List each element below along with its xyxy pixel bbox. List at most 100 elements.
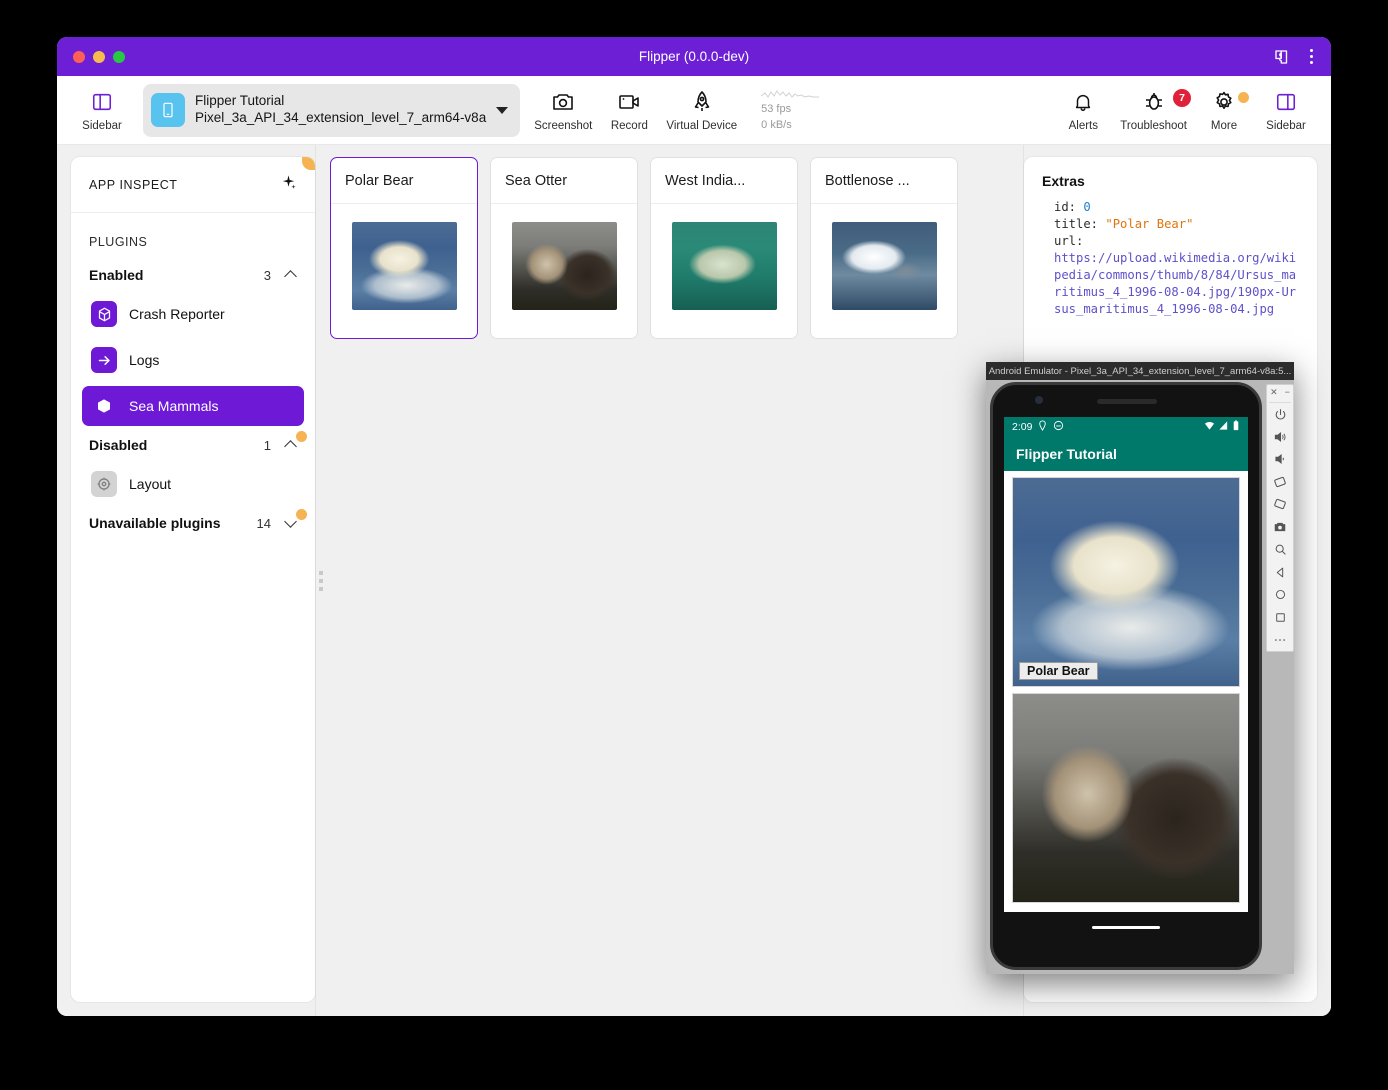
- plugin-group-enabled[interactable]: Enabled 3: [71, 259, 315, 291]
- screenshot-label: Screenshot: [534, 119, 593, 132]
- traffic-lights: [73, 50, 125, 63]
- cube-icon: [91, 301, 117, 327]
- toggle-left-sidebar-button[interactable]: Sidebar: [71, 87, 133, 134]
- status-time: 2:09: [1012, 421, 1033, 433]
- volume-up-icon[interactable]: [1267, 426, 1293, 449]
- chevron-up-icon[interactable]: [285, 439, 297, 451]
- fps-value: 53 fps: [761, 102, 792, 115]
- back-icon[interactable]: [1267, 561, 1293, 584]
- chevron-down-icon[interactable]: [496, 106, 509, 114]
- troubleshoot-badge: 7: [1173, 88, 1191, 107]
- window-titlebar: Flipper (0.0.0-dev): [57, 37, 1331, 76]
- screenshot-button[interactable]: Screenshot: [528, 87, 598, 134]
- app-inspect-title: APP INSPECT: [89, 177, 178, 192]
- zoom-icon[interactable]: [1267, 538, 1293, 561]
- phone-list-item[interactable]: Polar Bear: [1012, 477, 1240, 687]
- phone-mammal-list: Polar Bear: [1004, 471, 1248, 903]
- device-serial: Pixel_3a_API_34_extension_level_7_arm64-…: [195, 110, 487, 125]
- phone-item-caption: Polar Bear: [1019, 662, 1098, 680]
- volume-down-icon[interactable]: [1267, 448, 1293, 471]
- minimize-icon[interactable]: −: [1285, 387, 1290, 398]
- phone-list-item[interactable]: [1012, 693, 1240, 903]
- extras-content: id: 0 title: "Polar Bear" url: https://u…: [1042, 199, 1301, 318]
- more-label: More: [1210, 119, 1238, 132]
- bug-icon: [1142, 89, 1166, 115]
- extras-title-row: title: "Polar Bear": [1054, 216, 1301, 233]
- close-icon[interactable]: ✕: [1270, 387, 1278, 398]
- signal-icon: [1218, 420, 1229, 434]
- phone-icon: [151, 93, 185, 127]
- group-label: Unavailable plugins: [89, 515, 221, 531]
- rotate-right-icon[interactable]: [1267, 493, 1293, 516]
- plugin-group-disabled[interactable]: Disabled 1: [71, 429, 315, 461]
- mammal-card-body: [651, 204, 797, 338]
- virtual-device-button[interactable]: Virtual Device: [660, 87, 743, 134]
- extras-title: Extras: [1042, 173, 1085, 189]
- titlebar-actions: [1272, 47, 1313, 67]
- extras-title-key: title:: [1054, 217, 1099, 231]
- alerts-button[interactable]: Alerts: [1052, 87, 1114, 134]
- sidebar-card: APP INSPECT PLUGINS Enabled 3 Crash Repo…: [71, 157, 315, 1002]
- sidebar-item-crash-reporter[interactable]: Crash Reporter: [82, 294, 304, 334]
- phone-screen[interactable]: 2:09 Flipper Tutorial Polar Bear: [1004, 417, 1248, 912]
- power-icon[interactable]: [1267, 403, 1293, 426]
- gesture-navigation-bar[interactable]: [1092, 926, 1160, 929]
- mammal-card[interactable]: Bottlenose ...: [810, 157, 958, 339]
- mammal-card-body: [491, 204, 637, 338]
- troubleshoot-button[interactable]: 7 Troubleshoot: [1114, 87, 1193, 134]
- sparkle-icon[interactable]: [280, 174, 297, 196]
- sidebar-left-label: Sidebar: [82, 119, 122, 132]
- main-content: Polar Bear Sea Otter West India... Bottl…: [315, 145, 1023, 1016]
- group-count: 14: [256, 515, 271, 531]
- arrow-right-icon: [91, 347, 117, 373]
- extras-url-value[interactable]: https://upload.wikimedia.org/wikipedia/c…: [1054, 250, 1301, 318]
- camera-icon: [551, 89, 575, 115]
- perf-readout: 53 fps 0 kB/s: [760, 87, 821, 134]
- rotate-left-icon[interactable]: [1267, 471, 1293, 494]
- screenshot-icon[interactable]: [1267, 516, 1293, 539]
- mammal-card-title: Sea Otter: [491, 158, 637, 204]
- mammal-card[interactable]: Sea Otter: [490, 157, 638, 339]
- more-icon[interactable]: [1267, 628, 1293, 651]
- manatee-image: [671, 222, 777, 310]
- virtual-device-label: Virtual Device: [666, 119, 738, 132]
- alerts-label: Alerts: [1068, 119, 1098, 132]
- home-icon[interactable]: [1267, 583, 1293, 606]
- sea-mammals-card-list: Polar Bear Sea Otter West India... Bottl…: [316, 157, 1023, 339]
- extension-icon[interactable]: [1272, 47, 1292, 67]
- emulator-window-controls: ✕ −: [1270, 387, 1290, 398]
- polar-bear-image: [351, 222, 457, 310]
- sidebar-item-layout[interactable]: Layout: [82, 464, 304, 504]
- group-status-dot: [296, 431, 307, 442]
- mammal-card-body: [331, 204, 477, 338]
- sidebar-resize-handle[interactable]: [319, 570, 323, 591]
- sidebar-right-label: Sidebar: [1266, 119, 1306, 132]
- window-more-menu[interactable]: [1310, 49, 1313, 64]
- device-name: Flipper Tutorial: [195, 93, 285, 109]
- toggle-right-sidebar-button[interactable]: Sidebar: [1255, 87, 1317, 134]
- left-sidebar: APP INSPECT PLUGINS Enabled 3 Crash Repo…: [57, 145, 323, 1016]
- close-window-button[interactable]: [73, 50, 85, 63]
- device-selector[interactable]: Flipper Tutorial Pixel_3a_API_34_extensi…: [143, 83, 521, 137]
- record-button[interactable]: Record: [598, 87, 660, 134]
- window-title: Flipper (0.0.0-dev): [638, 49, 750, 64]
- extras-id-row: id: 0: [1054, 199, 1301, 216]
- sidebar-right-icon: [1275, 89, 1297, 115]
- chevron-down-icon[interactable]: [285, 517, 297, 529]
- mammal-card[interactable]: West India...: [650, 157, 798, 339]
- maximize-window-button[interactable]: [113, 50, 125, 63]
- cube-icon: [91, 393, 117, 419]
- app-inspect-header[interactable]: APP INSPECT: [71, 157, 315, 213]
- minimize-window-button[interactable]: [93, 50, 105, 63]
- bell-icon: [1072, 89, 1094, 115]
- sidebar-item-sea-mammals[interactable]: Sea Mammals: [82, 386, 304, 426]
- plugin-group-unavailable[interactable]: Unavailable plugins 14: [71, 507, 315, 539]
- sidebar-left-icon: [91, 89, 113, 115]
- more-button[interactable]: More: [1193, 87, 1255, 134]
- chevron-up-icon[interactable]: [285, 269, 297, 281]
- network-value: 0 kB/s: [761, 119, 792, 131]
- overview-icon[interactable]: [1267, 606, 1293, 629]
- group-label: Enabled: [89, 267, 144, 283]
- mammal-card[interactable]: Polar Bear: [330, 157, 478, 339]
- sidebar-item-logs[interactable]: Logs: [82, 340, 304, 380]
